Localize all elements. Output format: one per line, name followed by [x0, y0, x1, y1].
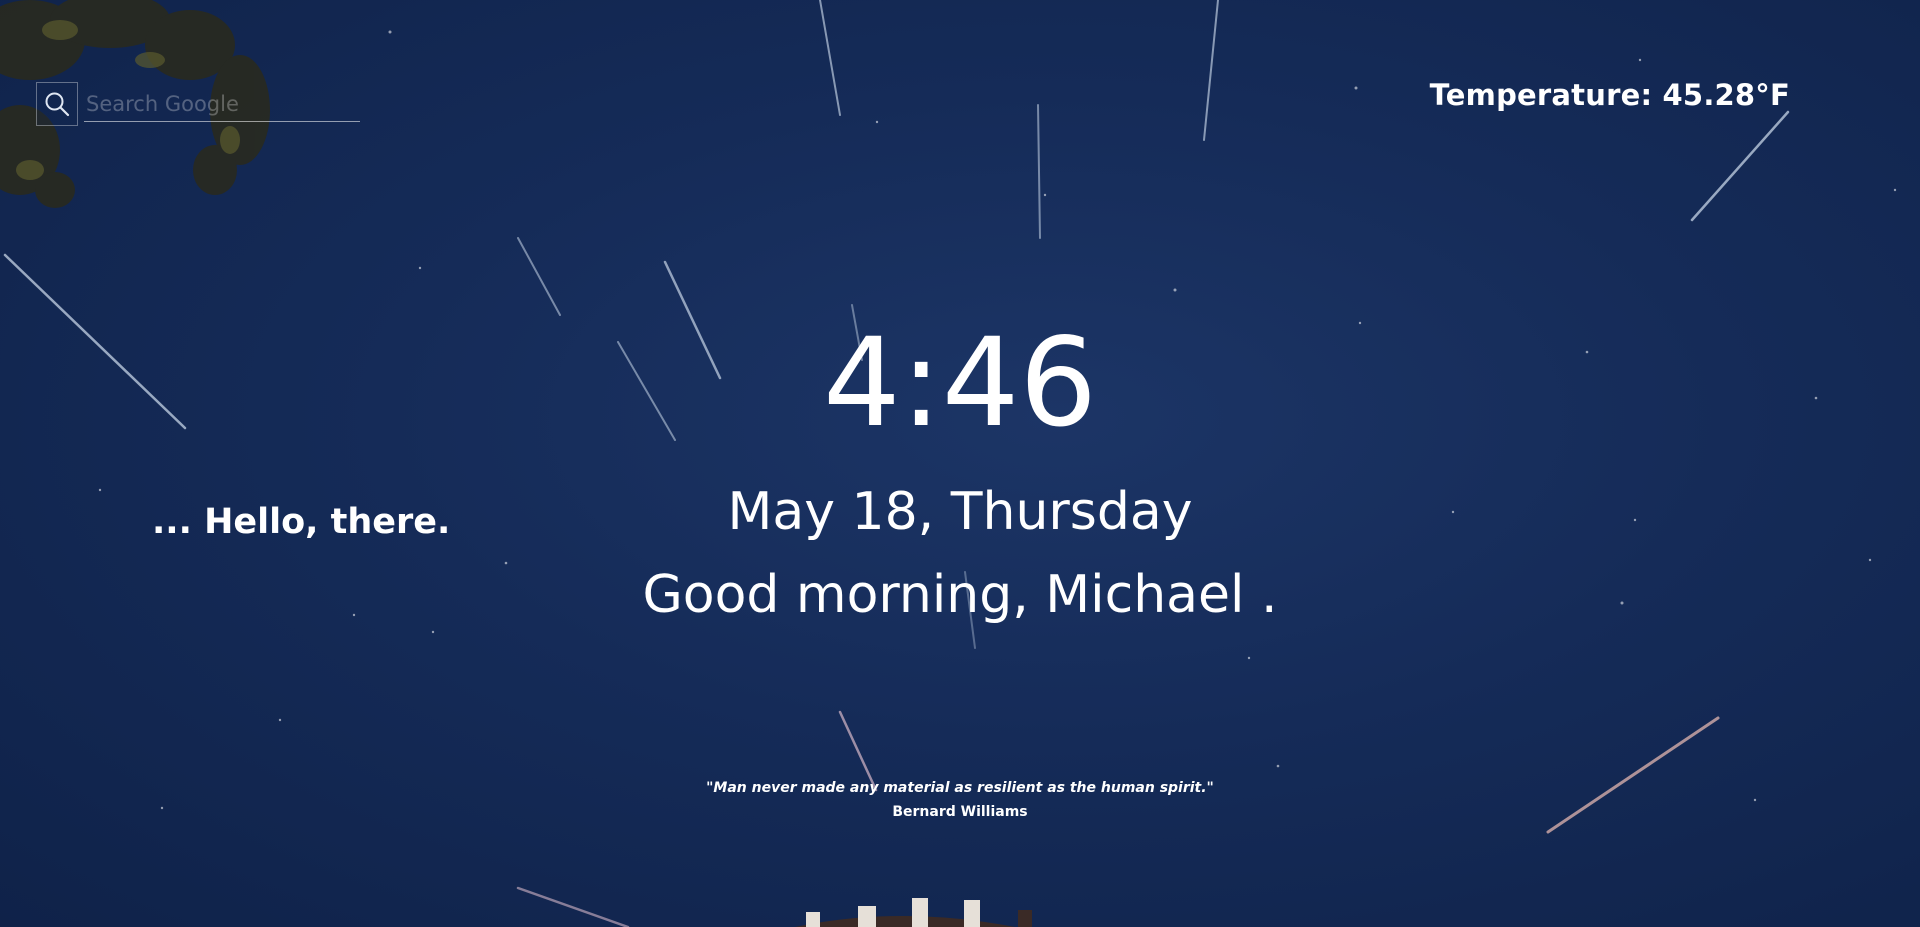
clock-time: 4:46: [823, 312, 1097, 454]
search-button[interactable]: [36, 82, 78, 126]
search-icon: [45, 92, 70, 117]
clock-date: May 18, Thursday: [727, 482, 1193, 542]
search-input[interactable]: [84, 86, 360, 122]
building-top: [795, 898, 1032, 927]
search-box: [36, 82, 362, 126]
quote-author: Bernard Williams: [892, 804, 1028, 820]
greeting-message: Good morning, Michael .: [642, 565, 1278, 625]
quote-text: "Man never made any material as resilien…: [706, 780, 1214, 796]
temperature-label: Temperature: 45.28°F: [1429, 78, 1790, 112]
